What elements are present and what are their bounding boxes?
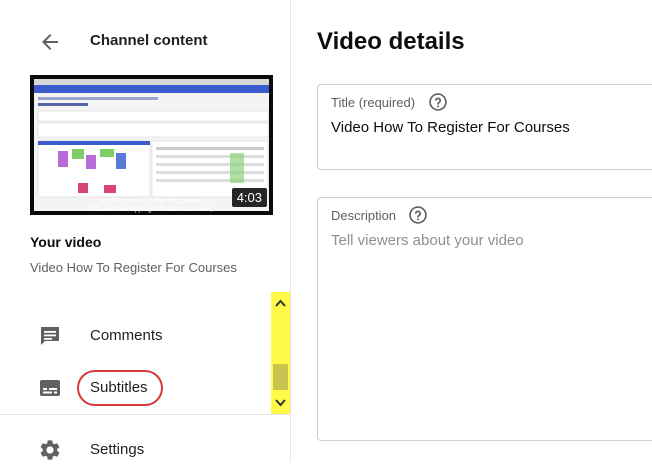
scrollbar-thumb[interactable] xyxy=(273,364,288,390)
back-row[interactable]: Channel content xyxy=(0,22,290,62)
sidebar-item-label: Settings xyxy=(90,441,145,458)
help-icon[interactable] xyxy=(408,205,428,225)
main-panel: Video details Title (required) Video How… xyxy=(291,0,652,462)
your-video-label: Your video xyxy=(30,234,102,250)
comments-icon xyxy=(41,327,59,345)
title-field-label: Title (required) xyxy=(331,95,416,110)
help-icon[interactable] xyxy=(428,92,448,112)
your-video-title: Video How To Register For Courses xyxy=(30,260,237,275)
scroll-up-arrow-icon[interactable] xyxy=(274,298,287,310)
title-field[interactable]: Title (required) Video How To Register F… xyxy=(317,84,652,170)
annotation-circle xyxy=(77,370,163,406)
thumbnail-caption-line1: If you try and register for courses xyxy=(100,198,203,205)
sidebar: Channel content If you try and register … xyxy=(0,0,291,462)
scroll-down-arrow-icon[interactable] xyxy=(274,396,287,408)
sidebar-divider xyxy=(0,414,290,415)
sidebar-item-settings[interactable]: Settings xyxy=(0,428,270,472)
video-thumbnail[interactable]: If you try and register for courses that… xyxy=(30,75,273,215)
description-field-label: Description xyxy=(331,208,397,223)
description-placeholder[interactable]: Tell viewers about your video xyxy=(331,232,524,249)
description-field[interactable]: Description Tell viewers about your vide… xyxy=(317,197,652,441)
sidebar-item-comments[interactable]: Comments xyxy=(0,314,270,358)
sidebar-item-label: Comments xyxy=(90,327,163,344)
video-duration-badge: 4:03 xyxy=(231,188,267,207)
title-field-value[interactable]: Video How To Register For Courses xyxy=(331,119,570,136)
thumbnail-caption-line2: that are overlapping with other courses, xyxy=(90,206,213,213)
settings-icon xyxy=(40,440,60,460)
sidebar-scrollbar[interactable] xyxy=(271,292,290,414)
channel-content-title: Channel content xyxy=(90,32,208,49)
subtitles-icon xyxy=(40,380,60,396)
back-arrow-icon[interactable] xyxy=(38,30,62,54)
page-title: Video details xyxy=(317,28,465,55)
